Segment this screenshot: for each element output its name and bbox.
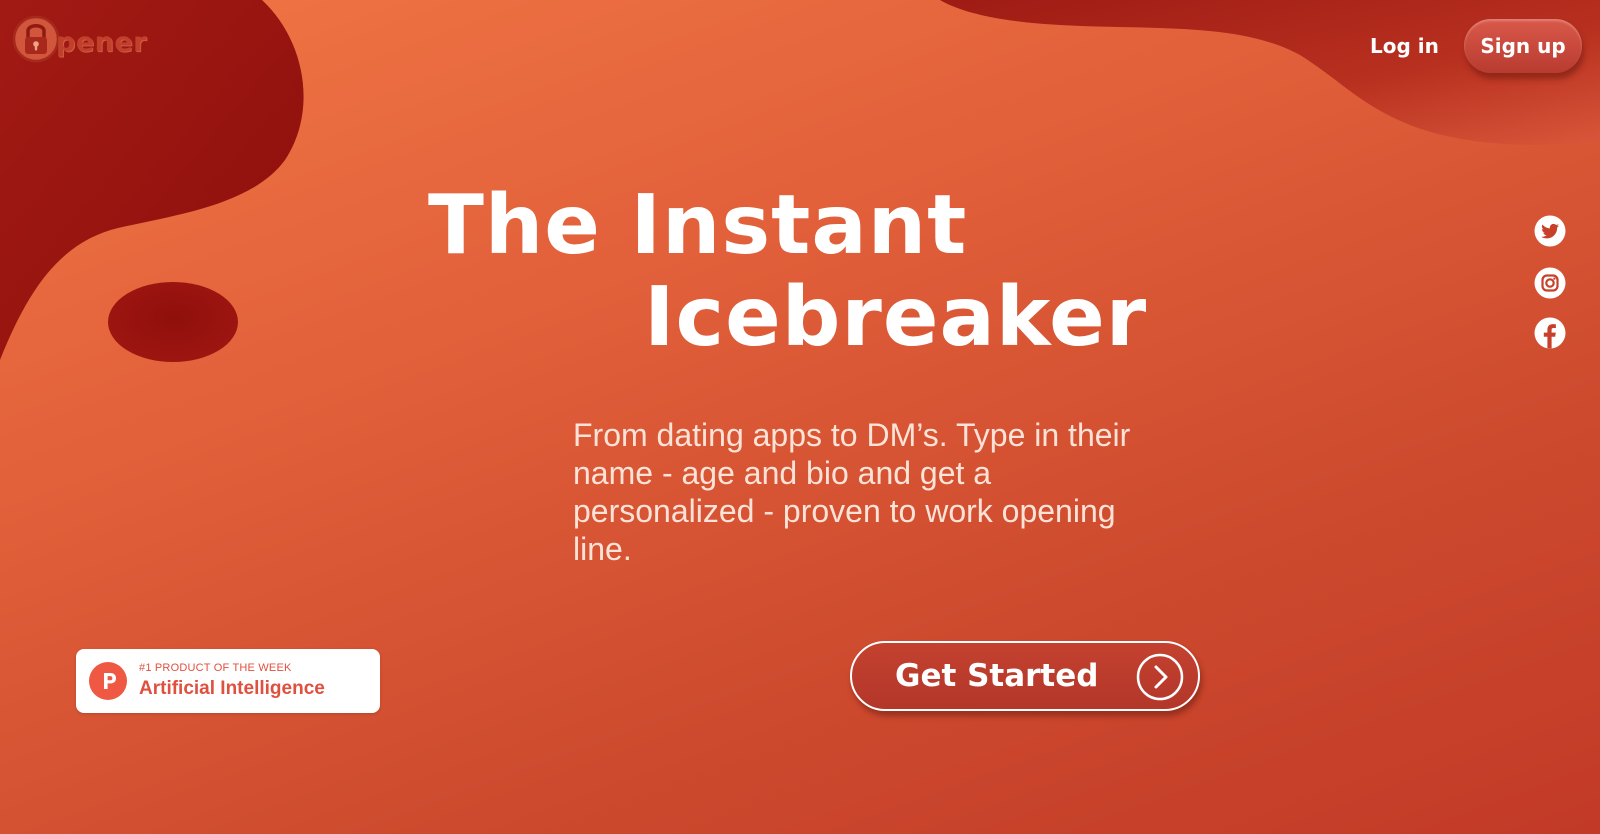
brand-name: pener xyxy=(56,26,147,58)
hero-title-line1: The Instant xyxy=(428,178,968,273)
product-hunt-badge[interactable]: #1 PRODUCT OF THE WEEK Artificial Intell… xyxy=(76,649,380,713)
hero-title: The Instant Icebreaker xyxy=(428,180,1147,364)
product-hunt-icon xyxy=(89,662,127,700)
hero-title-line2: Icebreaker xyxy=(644,270,1148,365)
login-link[interactable]: Log in xyxy=(1370,34,1439,58)
signup-button[interactable]: Sign up xyxy=(1464,19,1582,73)
badge-title: Artificial Intelligence xyxy=(139,678,325,699)
get-started-button[interactable]: Get Started xyxy=(850,641,1200,711)
get-started-label: Get Started xyxy=(895,658,1099,694)
twitter-link[interactable] xyxy=(1534,215,1566,247)
chevron-right-icon xyxy=(1136,653,1184,701)
instagram-icon xyxy=(1534,267,1566,299)
instagram-link[interactable] xyxy=(1534,267,1566,299)
twitter-icon xyxy=(1534,215,1566,247)
hero-tagline: From dating apps to DM’s. Type in their … xyxy=(573,417,1131,567)
badge-kicker: #1 PRODUCT OF THE WEEK xyxy=(139,662,292,674)
facebook-link[interactable] xyxy=(1534,317,1566,349)
facebook-icon xyxy=(1534,317,1566,349)
padlock-icon xyxy=(12,15,60,63)
blob-oval xyxy=(108,282,238,362)
brand-logo[interactable]: pener xyxy=(12,14,147,64)
